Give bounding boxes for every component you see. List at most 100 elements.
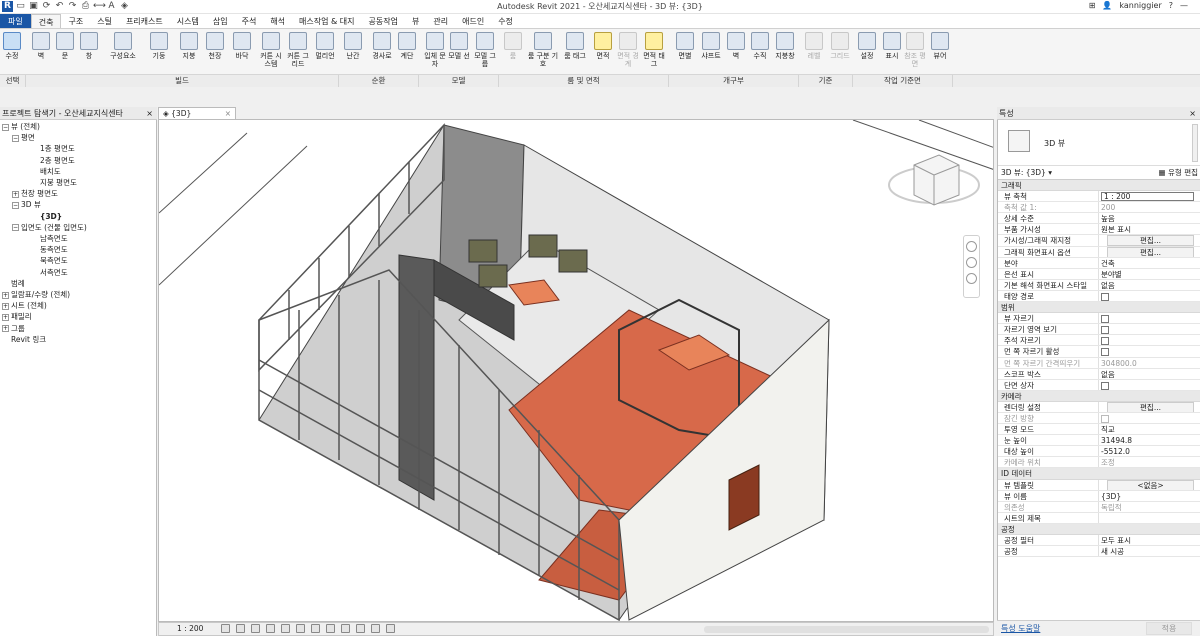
apply-button[interactable]: 적용 [1146, 622, 1192, 635]
door-button[interactable]: 문 [54, 32, 76, 60]
roof-button[interactable]: 지붕 [178, 32, 200, 60]
tab-manage[interactable]: 관리 [426, 14, 455, 28]
property-value[interactable]: 직교 [1101, 425, 1115, 434]
property-edit-button[interactable]: <없음> [1107, 479, 1194, 490]
property-value[interactable]: 높음 [1101, 214, 1115, 223]
tree-node-east-elev[interactable]: 동측면도 [0, 244, 156, 255]
property-edit-button[interactable]: 편집... [1107, 401, 1194, 412]
detail-level-icon[interactable] [221, 624, 230, 633]
by-face-button[interactable]: 면별 [674, 32, 696, 60]
close-icon[interactable]: × [1189, 107, 1196, 120]
wall-button[interactable]: 벽 [30, 32, 52, 60]
property-value[interactable]: 모두 표시 [1101, 536, 1131, 545]
room-tag-button[interactable]: 룸 태그 [564, 32, 586, 60]
property-edit-button[interactable]: 편집... [1107, 246, 1194, 257]
zoom-icon[interactable] [966, 257, 977, 268]
crop-icon[interactable] [296, 624, 305, 633]
close-icon[interactable]: × [146, 107, 153, 120]
render-icon[interactable] [281, 624, 290, 633]
temp-hide-icon[interactable] [341, 624, 350, 633]
property-value[interactable]: 31494.8 [1101, 436, 1132, 445]
tree-node-south-elev[interactable]: 남측면도 [0, 233, 156, 244]
sun-path-icon[interactable] [251, 624, 260, 633]
group-room-area[interactable]: 룸 및 면적 [499, 75, 669, 87]
property-value[interactable]: 없음 [1101, 370, 1115, 379]
tree-node-families[interactable]: + 패밀리 [0, 311, 156, 322]
edit-type-button[interactable]: ▦ 유형 편집 [1159, 166, 1198, 179]
curtain-grid-button[interactable]: 커튼 그리드 [285, 32, 311, 68]
tab-modify[interactable]: 수정 [491, 14, 520, 28]
room-button[interactable]: 룸 [502, 32, 524, 60]
lock-view-icon[interactable] [326, 624, 335, 633]
tree-node-3d[interactable]: {3D} [0, 211, 156, 222]
model-group-button[interactable]: 모델 그룹 [472, 32, 498, 68]
area-button[interactable]: 면적 [592, 32, 614, 60]
property-value[interactable]: 없음 [1101, 281, 1115, 290]
ceiling-button[interactable]: 천장 [204, 32, 226, 60]
show-workplane-button[interactable]: 표시 [881, 32, 903, 60]
tree-node-sheets[interactable]: + 시트 (전체) [0, 300, 156, 311]
instance-selector[interactable]: 3D 뷰: {3D} ▾ ▦ 유형 편집 [998, 166, 1200, 180]
analytical-icon[interactable] [386, 624, 395, 633]
cart-icon[interactable]: ⊞ [1089, 1, 1096, 10]
type-scrollbar[interactable] [1192, 124, 1198, 162]
tab-collaborate[interactable]: 공동작업 [362, 14, 405, 28]
tree-node-2f-plan[interactable]: 2층 평면도 [0, 155, 156, 166]
tab-addins[interactable]: 애드인 [455, 14, 491, 28]
tree-node-west-elev[interactable]: 서측면도 [0, 267, 156, 278]
model-text-button[interactable]: 입체 문자 [424, 32, 446, 68]
minimize-icon[interactable]: — [1180, 1, 1188, 10]
tree-node-ceiling-plans[interactable]: + 천장 평면도 [0, 188, 156, 199]
tab-view[interactable]: 뷰 [405, 14, 426, 28]
property-checkbox[interactable] [1101, 292, 1109, 301]
tree-node-revit-links[interactable]: Revit 링크 [0, 334, 156, 345]
wall-opening-button[interactable]: 벽 [725, 32, 747, 60]
level-button[interactable]: 레벨 [803, 32, 825, 60]
model-line-button[interactable]: 모델 선 [448, 32, 470, 60]
tree-node-elevations[interactable]: − 입면도 (건물 입면도) [0, 222, 156, 233]
horizontal-scrollbar[interactable] [704, 626, 989, 633]
tab-structure[interactable]: 구조 [61, 14, 90, 28]
stair-button[interactable]: 계단 [396, 32, 418, 60]
component-button[interactable]: 구성요소 [108, 32, 138, 60]
property-section-header[interactable]: 범위 [998, 302, 1200, 314]
property-value[interactable]: {3D} [1101, 492, 1121, 501]
tab-annotate[interactable]: 주석 [235, 14, 264, 28]
room-separator-button[interactable]: 룸 구분 기호 [526, 32, 560, 68]
tree-node-1f-plan[interactable]: 1층 평면도 [0, 143, 156, 154]
tree-node-roof-plan[interactable]: 지붕 평면도 [0, 177, 156, 188]
view-tab-3d[interactable]: ◈ {3D} × [158, 107, 236, 119]
visual-style-icon[interactable] [236, 624, 245, 633]
property-checkbox[interactable] [1101, 348, 1109, 357]
grid-button[interactable]: 그리드 [828, 32, 852, 60]
ramp-button[interactable]: 경사로 [369, 32, 395, 60]
floor-button[interactable]: 바닥 [231, 32, 253, 60]
tab-file[interactable]: 파일 [0, 14, 31, 28]
property-checkbox[interactable] [1101, 381, 1109, 390]
area-boundary-button[interactable]: 면적 경계 [617, 32, 639, 68]
dormer-button[interactable]: 지붕창 [772, 32, 798, 60]
ref-plane-button[interactable]: 참조 평면 [904, 32, 926, 68]
properties-help-link[interactable]: 특성 도움말 [1001, 623, 1040, 634]
property-section-header[interactable]: 그래픽 [998, 180, 1200, 192]
show-crop-icon[interactable] [311, 624, 320, 633]
property-checkbox[interactable] [1101, 315, 1109, 324]
property-checkbox[interactable] [1101, 326, 1109, 335]
steering-wheel-icon[interactable] [966, 241, 977, 252]
vertical-opening-button[interactable]: 수직 [749, 32, 771, 60]
curtain-system-button[interactable]: 커튼 시스템 [258, 32, 284, 68]
property-value[interactable]: 원본 표시 [1101, 225, 1131, 234]
property-value[interactable]: 건축 [1101, 259, 1115, 268]
tab-precast[interactable]: 프리캐스트 [119, 14, 170, 28]
property-edit-button[interactable]: 편집... [1107, 235, 1194, 246]
tree-node-groups[interactable]: + 그룹 [0, 323, 156, 334]
column-button[interactable]: 기둥 [148, 32, 170, 60]
shadows-icon[interactable] [266, 624, 275, 633]
property-value[interactable]: 분야별 [1101, 270, 1122, 279]
area-tag-button[interactable]: 면적 태그 [643, 32, 665, 68]
3d-viewport[interactable] [158, 119, 994, 622]
mullion-button[interactable]: 멀리언 [312, 32, 338, 60]
tab-massing[interactable]: 매스작업 & 대지 [292, 14, 361, 28]
tab-systems[interactable]: 시스템 [170, 14, 206, 28]
tree-node-schedules[interactable]: + 일람표/수량 (전체) [0, 289, 156, 300]
